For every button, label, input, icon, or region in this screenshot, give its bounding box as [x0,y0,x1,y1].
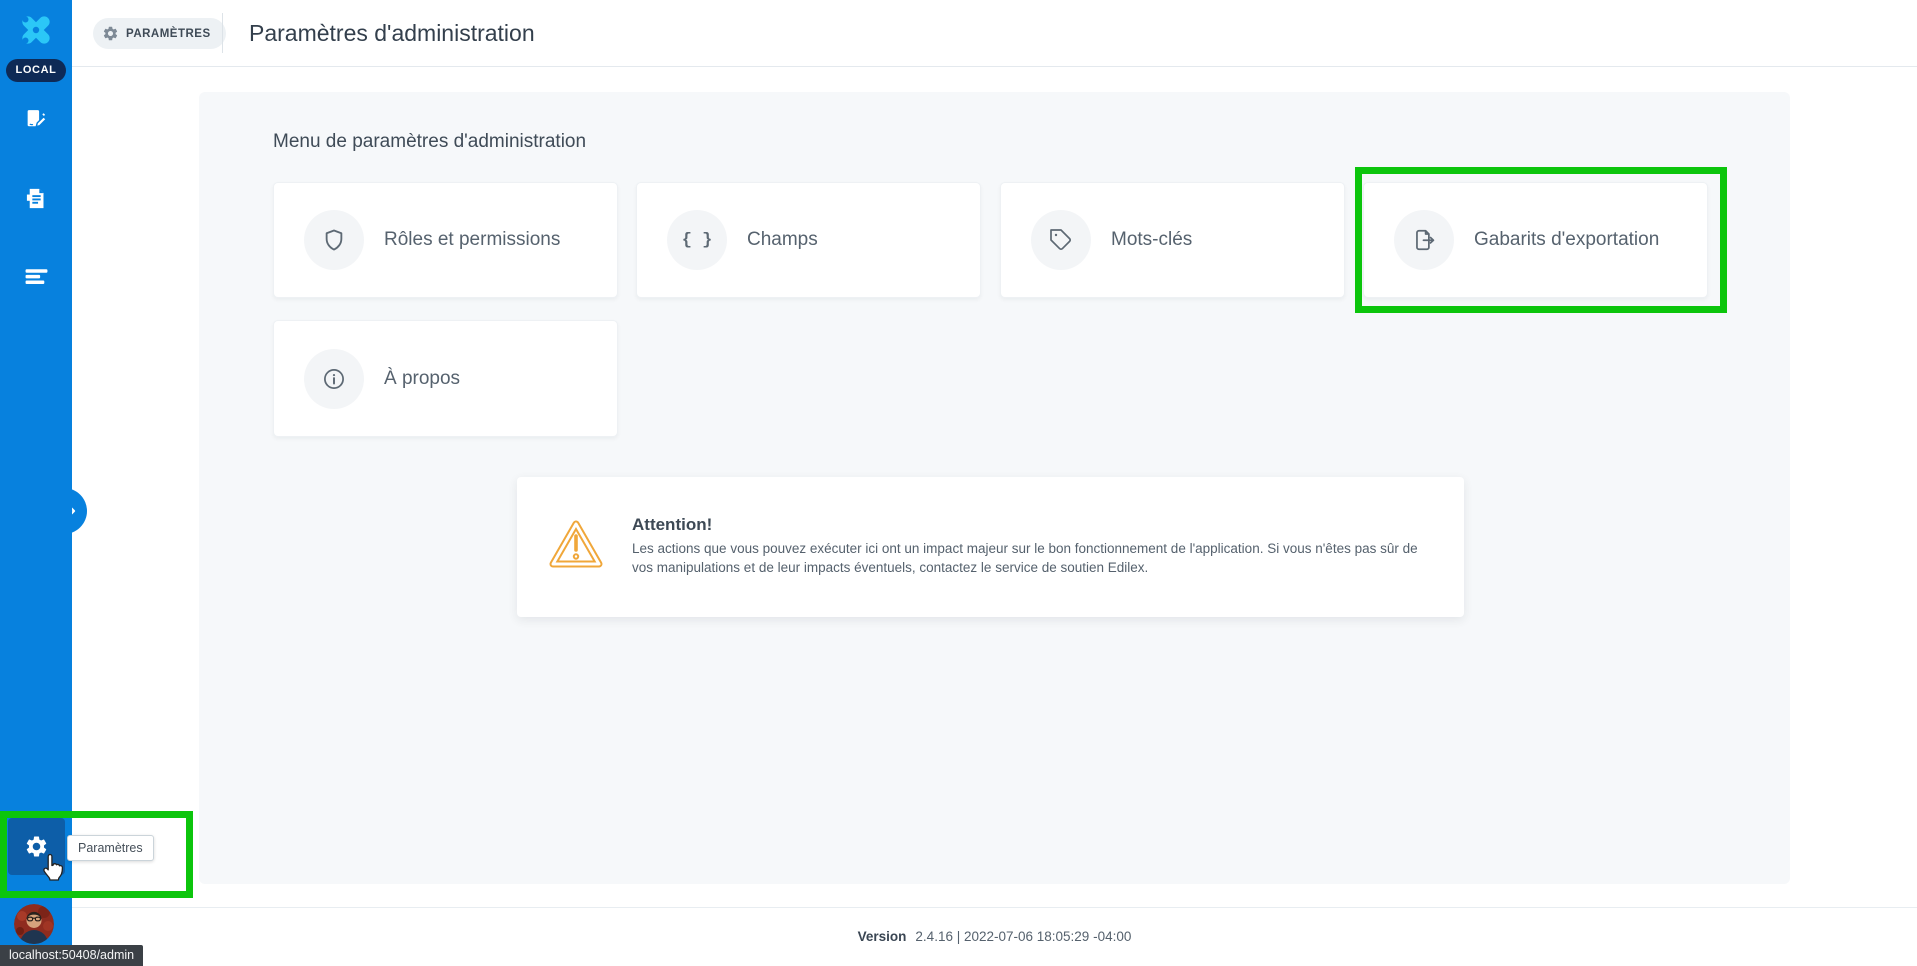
gear-icon [102,25,119,42]
card-label: Gabarits d'exportation [1474,229,1659,251]
braces-icon: { } [667,210,727,270]
card-roles-permissions[interactable]: Rôles et permissions [273,182,618,298]
app-window: LOCAL [0,0,1917,966]
export-document-icon [1394,210,1454,270]
version-value: 2.4.16 | 2022-07-06 18:05:29 -04:00 [915,929,1131,944]
breadcrumb[interactable]: PARAMÈTRES [93,18,226,49]
card-label: Rôles et permissions [384,229,560,251]
status-url: localhost:50408/admin [0,945,143,966]
document-lines-icon [24,186,49,211]
card-mots-cles[interactable]: Mots-clés [1000,182,1345,298]
card-gabarits-exportation[interactable]: Gabarits d'exportation [1363,182,1708,298]
user-avatar[interactable] [14,904,54,944]
main-panel: Menu de paramètres d'administration Rôle… [199,92,1790,884]
sidebar-item-settings[interactable] [8,818,65,875]
shield-icon [304,210,364,270]
environment-badge: LOCAL [6,59,66,82]
card-label: Mots-clés [1111,229,1192,251]
version-line: Version 2.4.16 | 2022-07-06 18:05:29 -04:… [72,929,1917,944]
text-lines-icon [24,264,49,289]
warning-title: Attention! [632,515,712,535]
avatar-photo [14,904,54,944]
card-label: Champs [747,229,818,251]
breadcrumb-label: PARAMÈTRES [126,28,211,40]
version-label: Version [858,929,907,944]
section-heading: Menu de paramètres d'administration [273,131,586,153]
sidebar-item-lists[interactable] [0,248,72,304]
header-divider [222,13,223,53]
warning-panel: Attention! Les actions que vous pouvez e… [517,477,1464,617]
gear-icon [24,834,49,859]
settings-tooltip: Paramètres [67,835,154,861]
braces-glyph: { } [682,231,713,250]
app-logo-icon[interactable] [14,8,58,52]
card-a-propos[interactable]: À propos [273,320,618,437]
card-label: À propos [384,368,460,390]
warning-body: Les actions que vous pouvez exécuter ici… [632,539,1432,577]
warning-triangle-icon [548,518,604,570]
tag-icon [1031,210,1091,270]
top-header: PARAMÈTRES Paramètres d'administration [72,0,1917,67]
info-icon [304,349,364,409]
sidebar-item-documents[interactable] [0,170,72,226]
page-title: Paramètres d'administration [249,0,535,66]
card-champs[interactable]: { } Champs [636,182,981,298]
edit-document-icon [24,107,49,132]
footer-divider [72,907,1917,908]
sidebar-item-edit-documents[interactable] [0,91,72,147]
